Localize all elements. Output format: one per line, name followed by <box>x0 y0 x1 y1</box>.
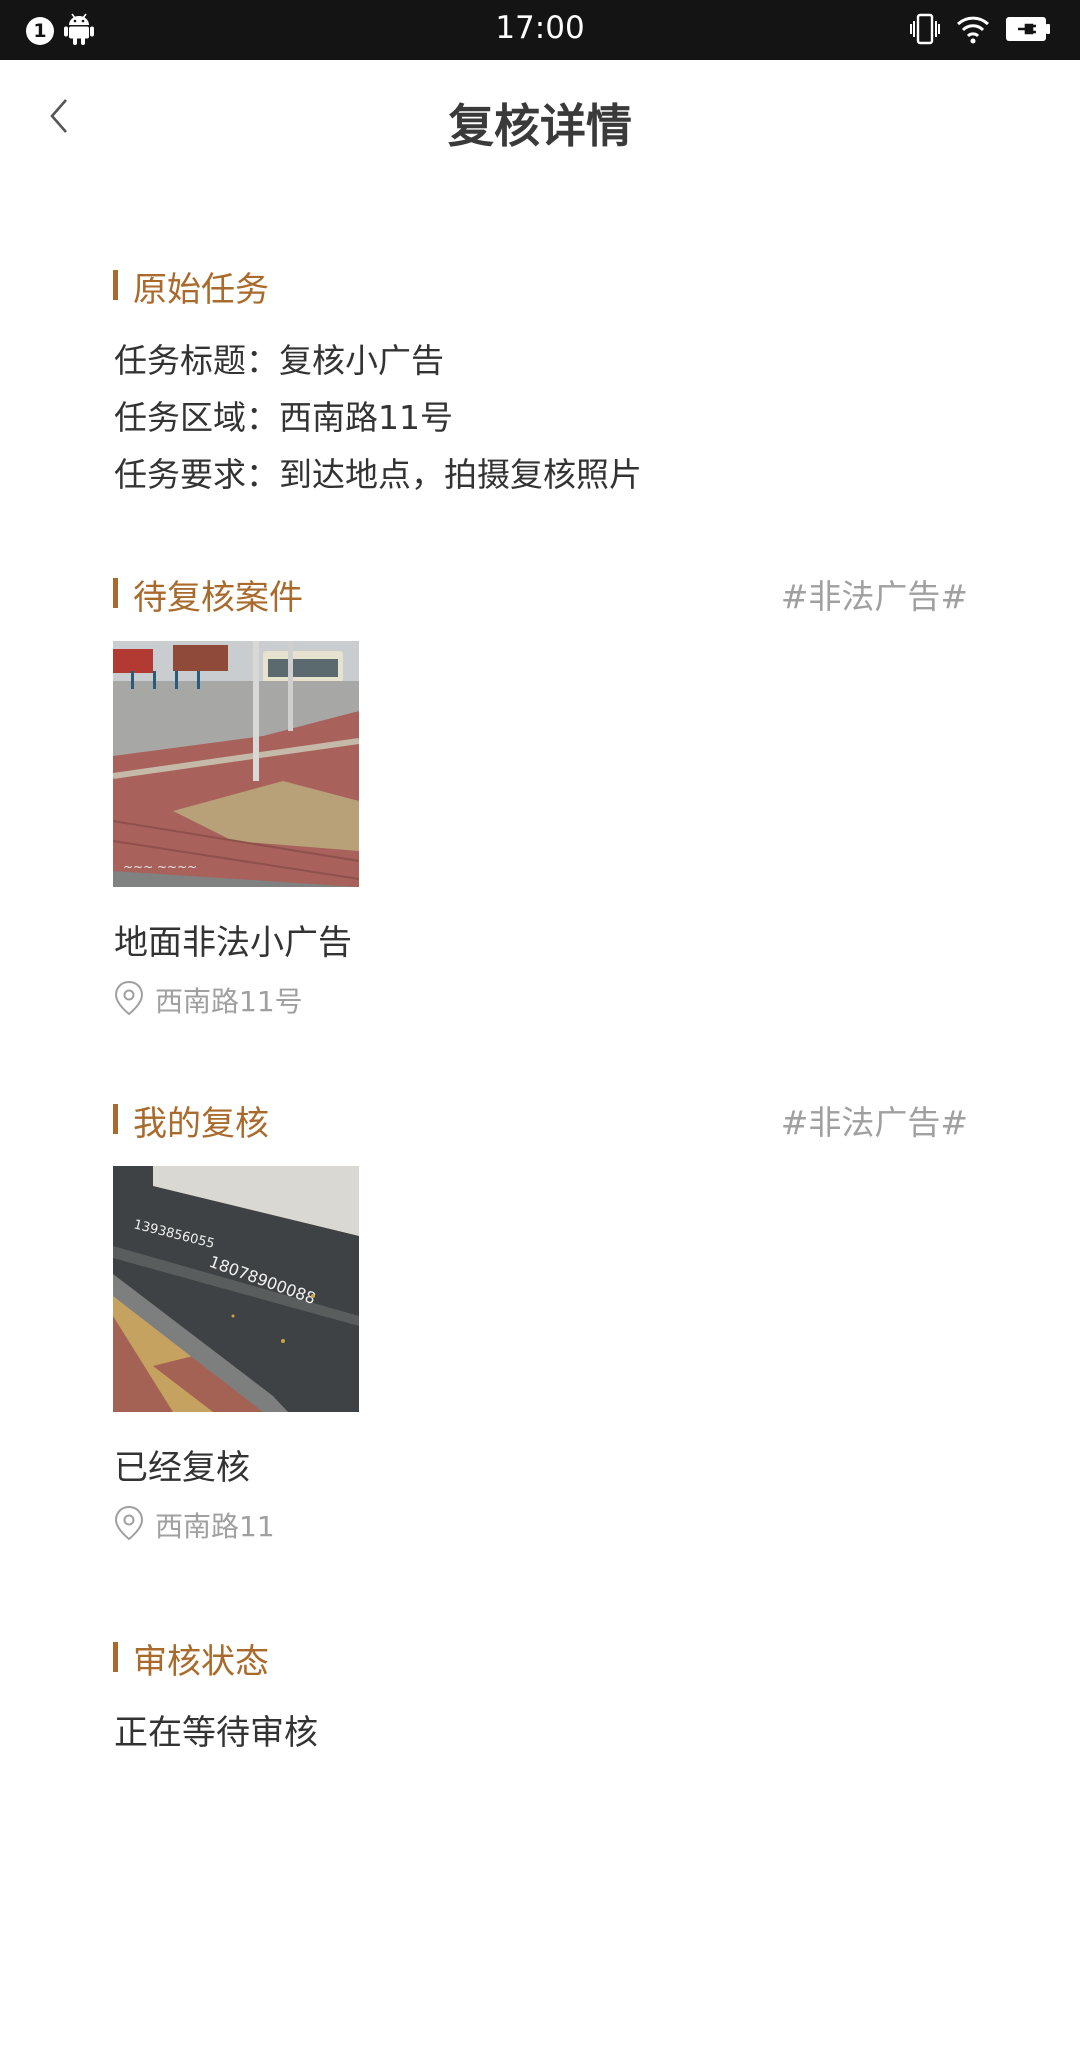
location-pin-icon <box>113 1505 145 1545</box>
my-review-location: 西南路11 <box>113 1505 275 1545</box>
navigation-bar: 复核详情 <box>0 60 1080 176</box>
info-label: 任务要求： <box>114 455 279 494</box>
status-right-icons <box>910 12 1050 50</box>
location-text: 西南路11 <box>155 1510 275 1543</box>
info-label: 任务区域： <box>114 398 279 437</box>
my-review-title: 已经复核 <box>114 1448 250 1488</box>
audit-status-text: 正在等待审核 <box>114 1713 318 1753</box>
original-task-header: 原始任务 <box>113 262 968 312</box>
section-title: 我的复核 <box>133 1104 269 1144</box>
task-requirement-line: 任务要求：到达地点，拍摄复核照片 <box>114 448 642 496</box>
battery-charging-icon <box>1006 15 1050 47</box>
page-title: 复核详情 <box>448 99 632 153</box>
section-title: 待复核案件 <box>133 578 303 618</box>
location-text: 西南路11号 <box>155 985 303 1018</box>
info-value: 到达地点，拍摄复核照片 <box>279 455 642 494</box>
category-tag: #非法广告# <box>780 577 968 616</box>
svg-text:~~~ ~~~~: ~~~ ~~~~ <box>123 860 197 874</box>
info-value: 复核小广告 <box>279 341 444 380</box>
vibrate-icon <box>910 12 940 50</box>
my-review-photo[interactable]: 1393856055 18078900088 <box>113 1166 359 1412</box>
section-accent-bar <box>113 1104 118 1134</box>
task-area-line: 任务区域：西南路11号 <box>114 391 453 439</box>
my-review-header: 我的复核 #非法广告# <box>113 1096 968 1146</box>
info-label: 任务标题： <box>114 341 279 380</box>
section-accent-bar <box>113 270 118 300</box>
pending-case-photo[interactable]: ~~~ ~~~~ <box>113 641 359 887</box>
location-pin-icon <box>113 980 145 1020</box>
section-accent-bar <box>113 578 118 608</box>
pending-case-header: 待复核案件 #非法广告# <box>113 570 968 620</box>
wifi-icon <box>956 14 990 48</box>
audit-status-header: 审核状态 <box>113 1634 968 1684</box>
pending-case-title: 地面非法小广告 <box>114 923 352 963</box>
section-title: 原始任务 <box>133 270 269 310</box>
section-accent-bar <box>113 1642 118 1672</box>
status-bar: 1 17:00 <box>0 0 1080 60</box>
info-value: 西南路11号 <box>279 398 453 437</box>
task-title-line: 任务标题：复核小广告 <box>114 334 444 382</box>
pending-case-location: 西南路11号 <box>113 980 303 1020</box>
section-title: 审核状态 <box>133 1642 269 1682</box>
category-tag: #非法广告# <box>780 1103 968 1142</box>
